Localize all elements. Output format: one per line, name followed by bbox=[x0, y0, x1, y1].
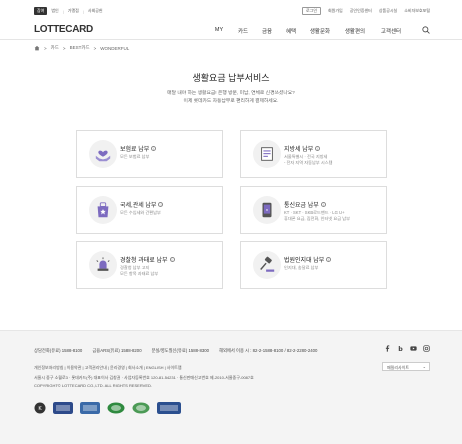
phone-lost: 분실/영도질신(유료) 1588-8300 bbox=[151, 348, 210, 353]
header: LOTTECARD MY 카드 금융 혜택 생활문화 생활편의 고객센터 bbox=[0, 22, 462, 40]
info-icon[interactable]: i bbox=[158, 202, 164, 207]
util-corporate-link[interactable]: 법인 bbox=[51, 8, 58, 14]
card-sub-1: 모든 보험료 납부 bbox=[120, 154, 150, 159]
logo[interactable]: LOTTECARD bbox=[34, 24, 93, 35]
nav-customer-center[interactable]: 고객센터 bbox=[373, 27, 409, 35]
signup-link[interactable]: 회원가입 bbox=[328, 8, 343, 14]
main-nav: MY 카드 금융 혜택 생활문화 생활편의 고객센터 bbox=[207, 27, 409, 35]
nav-benefit[interactable]: 혜택 bbox=[279, 27, 303, 35]
family-site-select[interactable]: 패밀리사이트 ⌄ bbox=[382, 362, 430, 371]
ks-cert-icon: K bbox=[34, 402, 46, 414]
info-icon[interactable]: i bbox=[326, 257, 332, 262]
product-notice-link[interactable]: 상품공시실 bbox=[379, 8, 397, 14]
util-personal-tag[interactable]: 참여 bbox=[34, 7, 48, 15]
cert-logo-6-icon bbox=[157, 402, 181, 414]
youtube-icon[interactable] bbox=[410, 345, 417, 352]
card-title: 경찰청 과태료 납부 bbox=[120, 258, 168, 264]
utility-right: 로그인 회원가입 공인인증센터 상품공시실 소비자보호포털 bbox=[301, 7, 430, 15]
card-national-tax[interactable]: 국세,관세 납부 i 모든 수입세와 간편납부 bbox=[76, 186, 223, 234]
card-title: 국세,관세 납부 bbox=[120, 203, 157, 209]
util-social-link[interactable]: 사회공헌 bbox=[88, 8, 103, 14]
description-line-1: 매달 내야 하는 생활요금! 은행 방문, 미납, 연체로 신경쓰셨나요? bbox=[167, 91, 295, 96]
nav-finance[interactable]: 금융 bbox=[255, 27, 279, 35]
cert-logo-2-icon bbox=[53, 402, 73, 414]
card-sub-2: - 전자 지역 자동납부 시스템 bbox=[284, 160, 333, 165]
card-title: 보험료 납부 bbox=[120, 147, 150, 153]
nav-life-culture[interactable]: 생활문화 bbox=[303, 27, 337, 35]
nav-life-convenience[interactable]: 생활편의 bbox=[337, 27, 373, 35]
footer-phones: 상담전화(유료) 1588-8100 금융ARS(유료) 1588-8200 분… bbox=[34, 348, 317, 354]
chevron-down-icon: ⌄ bbox=[422, 364, 426, 369]
tax-document-icon bbox=[253, 140, 281, 168]
card-title: 법원인지대 납부 bbox=[284, 258, 325, 264]
card-court-stamp[interactable]: 법원인지대 납부 i 인지대, 송달료 납부 bbox=[240, 241, 387, 289]
card-sub-2: 모든 항목 과태료 납부 bbox=[120, 271, 159, 276]
police-light-icon bbox=[89, 251, 117, 279]
gavel-icon bbox=[253, 251, 281, 279]
logo-text: LOTTECARD bbox=[34, 24, 93, 35]
card-telecom[interactable]: B 통신요금 납부 i KT · SKT · SKB로드밴드 · LG U+ 휴… bbox=[240, 186, 387, 234]
utility-left: 참여 법인 | 가맹점 | 사회공헌 bbox=[34, 7, 103, 15]
footer-address: 서울시 중구 소월로3 · 롯데카드(주) 대표이사 김창권 · 사업자등록번호… bbox=[34, 375, 254, 380]
breadcrumb-card[interactable]: 카드 bbox=[51, 45, 59, 51]
page-title: 생활요금 납부서비스 bbox=[192, 73, 270, 83]
instagram-icon[interactable] bbox=[423, 345, 430, 352]
card-title: 지방세 납부 bbox=[284, 147, 314, 153]
home-icon[interactable] bbox=[34, 45, 40, 51]
info-icon[interactable]: i bbox=[315, 146, 321, 151]
svg-text:B: B bbox=[266, 208, 268, 212]
login-button[interactable]: 로그인 bbox=[301, 7, 321, 15]
card-insurance[interactable]: 보험료 납부 i 모든 보험료 납부 bbox=[76, 130, 223, 178]
card-sub-1: 모든 수입세와 간편납부 bbox=[120, 210, 161, 215]
cert-logo-5-icon bbox=[132, 402, 150, 414]
phone-ars: 금융ARS(유료) 1588-8200 bbox=[92, 348, 142, 353]
footer-copyright: COPYRIGHT© LOTTECARD CO.,LTD. ALL RIGHTS… bbox=[34, 383, 153, 388]
description-line-2: 이제 롯데카드 자동납부로 편리하게 결제하세요. bbox=[183, 98, 279, 104]
breadcrumb-best-card[interactable]: BEST카드 bbox=[70, 45, 90, 51]
certificate-center-link[interactable]: 공인인증센터 bbox=[350, 8, 372, 14]
customs-bag-icon bbox=[89, 196, 117, 224]
blog-icon[interactable]: b bbox=[397, 345, 404, 352]
search-icon[interactable] bbox=[422, 26, 430, 34]
card-local-tax[interactable]: 지방세 납부 i 서울특별시 · 전국 지방세 - 전자 지역 자동납부 시스템 bbox=[240, 130, 387, 178]
svg-text:b: b bbox=[398, 346, 403, 352]
cert-logo-3-icon bbox=[80, 402, 100, 414]
footer: 상담전화(유료) 1588-8100 금융ARS(유료) 1588-8200 분… bbox=[0, 330, 462, 444]
sns-links: b bbox=[384, 345, 430, 352]
facebook-icon[interactable] bbox=[384, 345, 391, 352]
util-merchant-link[interactable]: 가맹점 bbox=[68, 8, 79, 14]
breadcrumb: > 카드 > BEST카드 > WONDERFUL bbox=[34, 45, 129, 51]
family-site-label: 패밀리사이트 bbox=[387, 365, 410, 370]
consumer-protection-link[interactable]: 소비자보호포털 bbox=[404, 8, 430, 14]
certification-logos: K bbox=[34, 402, 181, 414]
utility-bar: 참여 법인 | 가맹점 | 사회공헌 로그인 회원가입 공인인증센터 상품공시실… bbox=[0, 0, 462, 22]
card-police-fine[interactable]: 경찰청 과태료 납부 i 경찰청 납부 고지 모든 항목 과태료 납부 bbox=[76, 241, 223, 289]
mobile-phone-icon: B bbox=[253, 196, 281, 224]
heart-hands-icon bbox=[89, 140, 117, 168]
breadcrumb-current: WONDERFUL bbox=[100, 45, 130, 51]
info-icon[interactable]: i bbox=[151, 146, 157, 151]
cert-logo-4-icon bbox=[107, 402, 125, 414]
card-sub-1: 인지대, 송달료 납부 bbox=[284, 265, 319, 270]
phone-consult: 상담전화(유료) 1588-8100 bbox=[34, 348, 83, 353]
card-sub-2: 휴대폰 요금, 집전화, 인터넷 요금 납부 bbox=[284, 216, 350, 221]
page-description: 매달 내야 하는 생활요금! 은행 방문, 미납, 연체로 신경쓰셨나요? 이제… bbox=[0, 90, 462, 105]
card-title: 통신요금 납부 bbox=[284, 203, 319, 209]
phone-overseas: 해외에서 이용 시 : 82-2-1588-8100 / 82-2-2280-2… bbox=[219, 348, 318, 353]
footer-links[interactable]: 개인정보처리방침 | 이용약관 | 고객권리안내 | 윤리경영 | 회사소개 |… bbox=[34, 365, 182, 371]
nav-card[interactable]: 카드 bbox=[231, 27, 255, 35]
nav-my[interactable]: MY bbox=[207, 27, 231, 35]
info-icon[interactable]: i bbox=[320, 202, 326, 207]
info-icon[interactable]: i bbox=[169, 257, 175, 262]
